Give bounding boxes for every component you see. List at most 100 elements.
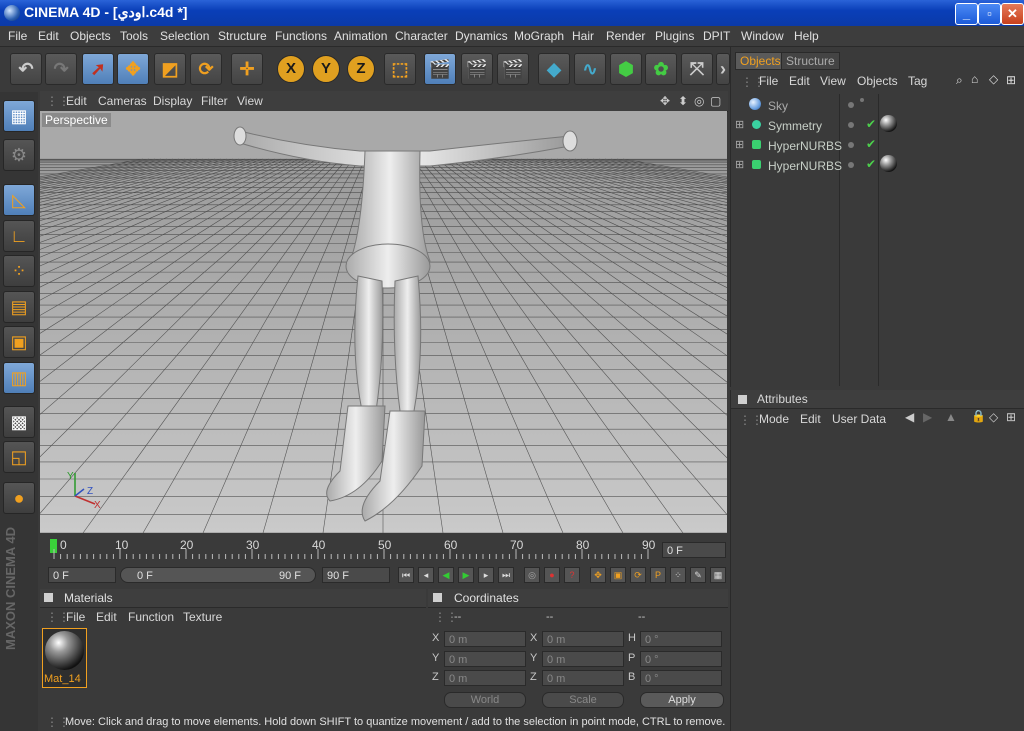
material-tag-icon[interactable] xyxy=(880,115,897,132)
go-to-end-icon[interactable]: ⏭ xyxy=(498,567,514,583)
visibility-dot[interactable] xyxy=(848,122,854,128)
enabled-check-icon[interactable]: ✔ xyxy=(866,157,876,171)
objects-menu-file[interactable]: File xyxy=(759,74,778,88)
menu-dpit[interactable]: DPIT xyxy=(703,29,730,43)
key-scale-icon[interactable]: ▣ xyxy=(610,567,626,583)
y-axis-lock-icon[interactable]: Y xyxy=(312,55,340,83)
visibility-dot[interactable] xyxy=(848,162,854,168)
eye-icon[interactable]: ◇ xyxy=(989,410,998,424)
new-window-icon[interactable]: ⊞ xyxy=(1006,73,1016,87)
objects-menu-objects[interactable]: Objects xyxy=(857,74,898,88)
key-parameter-icon[interactable]: P xyxy=(650,567,666,583)
live-selection-icon[interactable]: ➚ xyxy=(82,53,114,85)
size-y-field[interactable]: 0 m xyxy=(542,651,624,667)
visibility-dot[interactable] xyxy=(848,102,854,108)
current-frame-field[interactable]: 0 F xyxy=(662,542,726,558)
position-x-field[interactable]: 0 m xyxy=(444,631,526,647)
menu-edit[interactable]: Edit xyxy=(38,29,59,43)
forward-arrow-icon[interactable]: ▶ xyxy=(923,410,932,424)
timeline-ruler[interactable]: 0 10 20 30 40 50 60 70 80 90 0 F xyxy=(40,535,728,563)
redo-icon[interactable]: ↷ xyxy=(45,53,77,85)
visibility-dot[interactable] xyxy=(848,142,854,148)
maximize-view-icon[interactable]: ▢ xyxy=(710,94,721,108)
key-rotation-icon[interactable]: ⟳ xyxy=(630,567,646,583)
viewport-menu-cameras[interactable]: Cameras xyxy=(98,94,147,108)
back-arrow-icon[interactable]: ◀ xyxy=(905,410,914,424)
workplane-icon[interactable]: ◱ xyxy=(3,441,35,473)
viewport-menu-edit[interactable]: Edit xyxy=(66,94,87,108)
start-frame-field[interactable]: 0 F xyxy=(48,567,116,583)
record-active-icon[interactable]: ● xyxy=(544,567,560,583)
home-icon[interactable]: ⌂ xyxy=(971,72,978,86)
lock-icon[interactable]: 🔒 xyxy=(971,409,986,423)
menu-dynamics[interactable]: Dynamics xyxy=(455,29,508,43)
render-picture-viewer-icon[interactable]: 🎬 xyxy=(461,53,493,85)
menu-mograph[interactable]: MoGraph xyxy=(514,29,564,43)
array-icon[interactable]: ✿ xyxy=(645,53,677,85)
key-position-icon[interactable]: ✥ xyxy=(590,567,606,583)
tab-objects[interactable]: Objects xyxy=(735,52,786,70)
menu-file[interactable]: File xyxy=(8,29,27,43)
orbit-icon[interactable]: ◎ xyxy=(694,94,704,108)
apply-button[interactable]: Apply xyxy=(640,692,724,708)
edges-mode-icon[interactable]: ▤ xyxy=(3,291,35,323)
render-settings-icon[interactable]: 🎬 xyxy=(497,53,529,85)
menu-selection[interactable]: Selection xyxy=(160,29,209,43)
cube-icon[interactable]: ◆ xyxy=(538,53,570,85)
spline-icon[interactable]: ∿ xyxy=(574,53,606,85)
menu-hair[interactable]: Hair xyxy=(572,29,594,43)
z-axis-lock-icon[interactable]: Z xyxy=(347,55,375,83)
menu-objects[interactable]: Objects xyxy=(70,29,111,43)
texture-mode-icon[interactable]: ▥ xyxy=(3,362,35,394)
play-forward-icon[interactable]: ▶ xyxy=(458,567,474,583)
menu-plugins[interactable]: Plugins xyxy=(655,29,694,43)
dolly-icon[interactable]: ⬍ xyxy=(678,94,688,108)
sculpt-icon[interactable]: ● xyxy=(3,482,35,514)
minimize-button[interactable]: _ xyxy=(955,3,978,25)
new-window-icon[interactable]: ⊞ xyxy=(1006,410,1016,424)
polygons-mode-icon[interactable]: ▣ xyxy=(3,326,35,358)
next-key-icon[interactable]: ▸ xyxy=(478,567,494,583)
scale-dropdown[interactable]: Scale xyxy=(542,692,624,708)
expand-icon[interactable]: ⊞ xyxy=(735,158,744,171)
size-x-field[interactable]: 0 m xyxy=(542,631,624,647)
menu-render[interactable]: Render xyxy=(606,29,645,43)
attributes-menu-mode[interactable]: Mode xyxy=(759,412,789,426)
viewport-menu-view[interactable]: View xyxy=(237,94,263,108)
panel-menu-icon[interactable] xyxy=(44,593,53,602)
menu-structure[interactable]: Structure xyxy=(218,29,267,43)
viewport-menu-filter[interactable]: Filter xyxy=(201,94,228,108)
attributes-menu-edit[interactable]: Edit xyxy=(800,412,821,426)
enabled-check-icon[interactable]: ✔ xyxy=(866,117,876,131)
move-alt-icon[interactable]: ✛ xyxy=(231,53,263,85)
position-y-field[interactable]: 0 m xyxy=(444,651,526,667)
points-mode-icon[interactable]: ⁘ xyxy=(3,255,35,287)
play-backward-icon[interactable]: ◀ xyxy=(438,567,454,583)
x-axis-lock-icon[interactable]: X xyxy=(277,55,305,83)
menu-tools[interactable]: Tools xyxy=(120,29,148,43)
expand-icon[interactable]: ⊞ xyxy=(735,118,744,131)
menu-animation[interactable]: Animation xyxy=(334,29,387,43)
model-mode-icon[interactable]: ◺ xyxy=(3,184,35,216)
menu-help[interactable]: Help xyxy=(794,29,819,43)
menu-functions[interactable]: Functions xyxy=(275,29,327,43)
record-position-icon[interactable]: ◎ xyxy=(524,567,540,583)
move-icon[interactable]: ✥ xyxy=(117,53,149,85)
expand-icon[interactable]: ⊞ xyxy=(735,138,744,151)
materials-menu-texture[interactable]: Texture xyxy=(183,610,222,624)
size-z-field[interactable]: 0 m xyxy=(542,670,624,686)
deformer-icon[interactable]: ⤧ xyxy=(681,53,713,85)
objects-menu-edit[interactable]: Edit xyxy=(789,74,810,88)
autokey-icon[interactable]: ? xyxy=(564,567,580,583)
panel-menu-icon[interactable] xyxy=(738,395,747,404)
materials-menu-function[interactable]: Function xyxy=(128,610,174,624)
schedule-icon[interactable]: ✎ xyxy=(690,567,706,583)
attributes-menu-user-data[interactable]: User Data xyxy=(832,412,886,426)
checker-icon[interactable]: ▩ xyxy=(3,406,35,438)
gear-icon[interactable]: ⚙ xyxy=(3,139,35,171)
object-axis-icon[interactable]: ∟ xyxy=(3,220,35,252)
menu-window[interactable]: Window xyxy=(741,29,784,43)
coordinate-system-icon[interactable]: ⬚ xyxy=(384,53,416,85)
close-button[interactable]: ✕ xyxy=(1001,3,1024,25)
frame-range-slider[interactable]: 0 F 90 F xyxy=(120,567,316,583)
